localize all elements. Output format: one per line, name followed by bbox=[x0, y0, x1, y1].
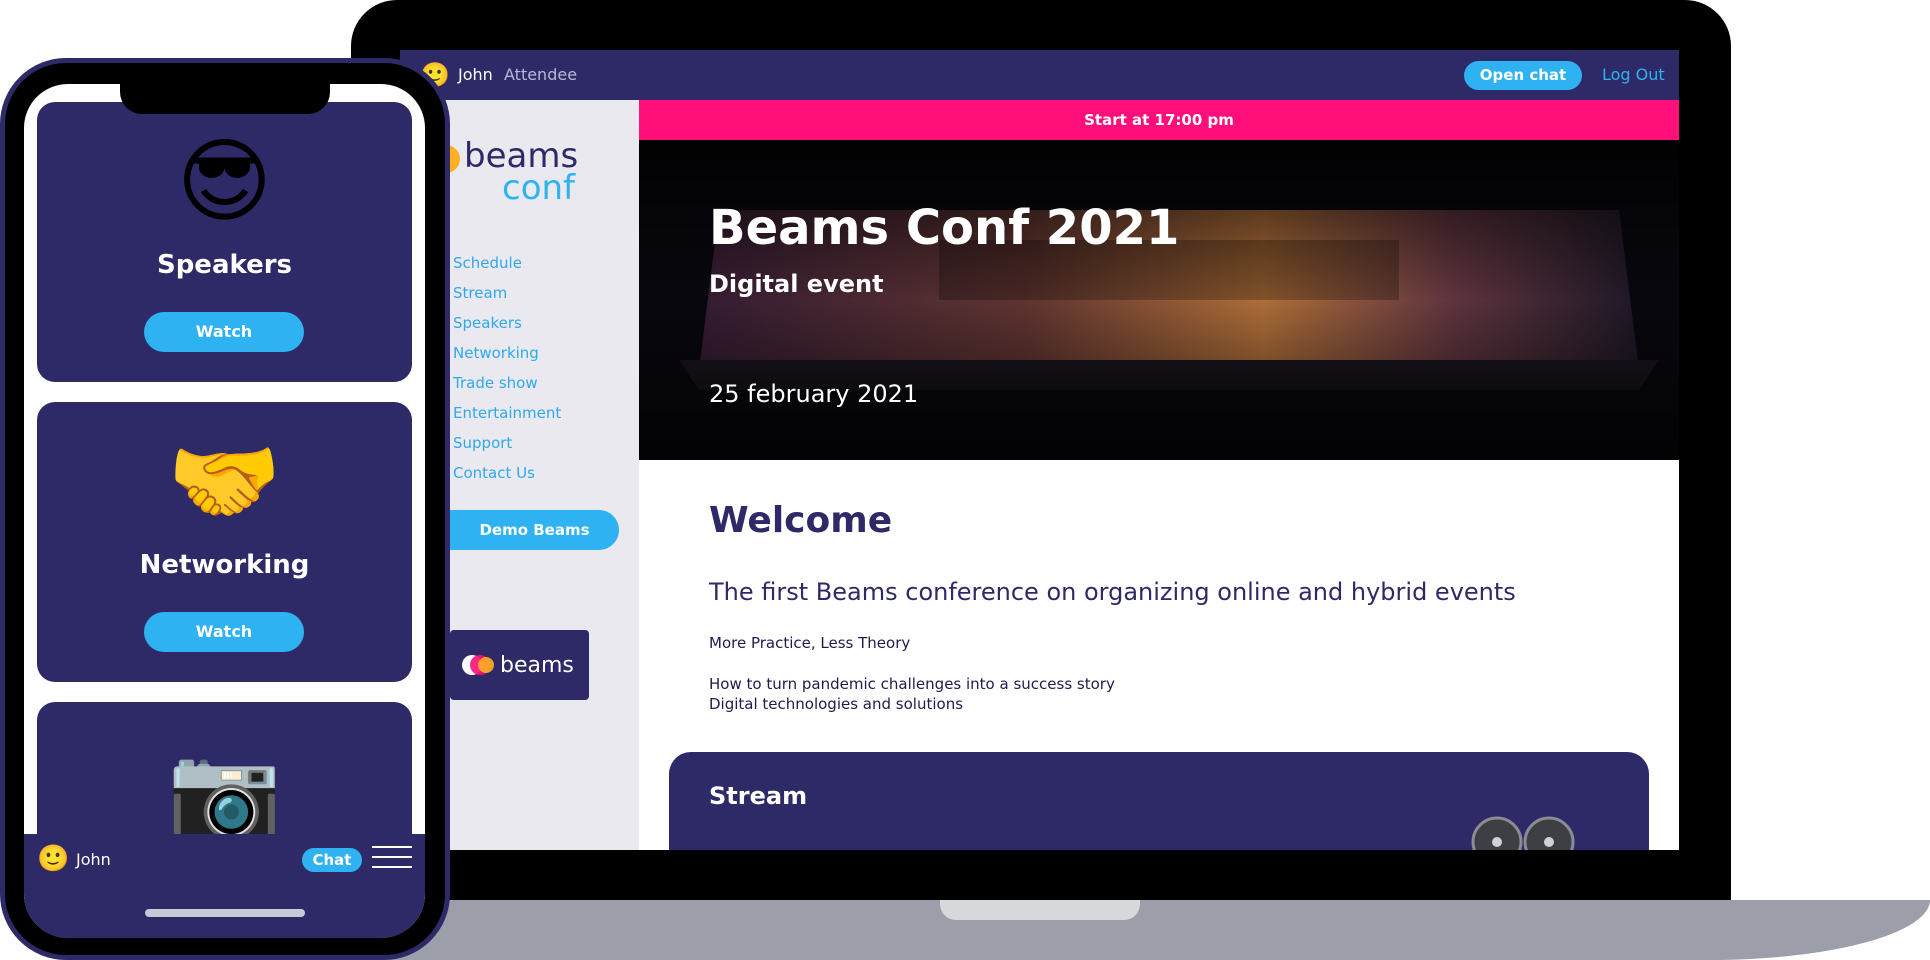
svg-text:beams: beams bbox=[500, 653, 574, 678]
sidebar-item-trade-show[interactable]: Trade show bbox=[453, 374, 538, 392]
welcome-heading: Welcome bbox=[709, 500, 893, 541]
speakers-card[interactable]: 😎 Speakers Watch bbox=[37, 102, 412, 382]
mobile-screen: 😎 Speakers Watch 🤝 Networking Watch 📷 🙂 … bbox=[24, 84, 425, 938]
demo-beams-button[interactable]: Demo Beams bbox=[450, 510, 619, 550]
stream-card[interactable]: Stream bbox=[669, 752, 1649, 850]
stream-card-title: Stream bbox=[709, 782, 808, 810]
welcome-text-line-2: How to turn pandemic challenges into a s… bbox=[709, 675, 1115, 693]
sidebar-item-networking[interactable]: Networking bbox=[453, 344, 539, 362]
svg-text:conf: conf bbox=[502, 168, 576, 205]
mobile-user-name: John bbox=[76, 850, 111, 869]
sidebar-item-stream[interactable]: Stream bbox=[453, 284, 507, 302]
phone-notch bbox=[120, 84, 330, 114]
sidebar-item-entertainment[interactable]: Entertainment bbox=[453, 404, 561, 422]
networking-watch-button[interactable]: Watch bbox=[144, 612, 304, 652]
user-role: Attendee bbox=[504, 65, 578, 84]
logout-link[interactable]: Log Out bbox=[1602, 65, 1665, 84]
camera-emoji-icon: 📷 bbox=[167, 738, 282, 845]
laptop-keyboard-image bbox=[639, 140, 1679, 460]
networking-card-title: Networking bbox=[139, 550, 310, 580]
open-chat-button[interactable]: Open chat bbox=[1464, 61, 1582, 90]
welcome-text-2: How to turn pandemic challenges into a s… bbox=[709, 674, 1115, 714]
beams-conf-logo[interactable]: beams conf bbox=[430, 135, 590, 205]
event-title: Beams Conf 2021 bbox=[709, 200, 1180, 256]
start-time-banner: Start at 17:00 pm bbox=[639, 100, 1679, 140]
mobile-user-avatar-icon[interactable]: 🙂 bbox=[37, 844, 69, 874]
sidebar-item-speakers[interactable]: Speakers bbox=[453, 314, 522, 332]
mobile-chat-button[interactable]: Chat bbox=[302, 848, 362, 872]
welcome-text-line-3: Digital technologies and solutions bbox=[709, 695, 964, 713]
sidebar-item-support[interactable]: Support bbox=[453, 434, 512, 452]
laptop-base bbox=[351, 900, 1930, 960]
hamburger-menu-icon[interactable] bbox=[372, 846, 412, 874]
sidebar-item-contact-us[interactable]: Contact Us bbox=[453, 464, 535, 482]
sidebar-item-schedule[interactable]: Schedule bbox=[453, 254, 522, 272]
user-name: John bbox=[458, 65, 493, 84]
laptop-notch bbox=[940, 900, 1140, 920]
home-indicator bbox=[145, 909, 305, 917]
hero-section: Beams Conf 2021 Digital event 25 februar… bbox=[639, 140, 1679, 460]
desktop-screen: 🙂 John Attendee Open chat Log Out beams … bbox=[400, 50, 1679, 850]
speakers-card-title: Speakers bbox=[156, 250, 293, 280]
top-bar: 🙂 John Attendee Open chat Log Out bbox=[400, 50, 1679, 100]
event-subtitle: Digital event bbox=[709, 270, 884, 298]
mobile-bottom-bar: 🙂 John Chat bbox=[24, 834, 425, 938]
welcome-tagline: The first Beams conference on organizing… bbox=[709, 578, 1516, 606]
event-date: 25 february 2021 bbox=[709, 380, 919, 408]
handshake-emoji-icon: 🤝 bbox=[167, 428, 282, 535]
beams-partner-logo[interactable]: beams bbox=[450, 630, 589, 700]
film-reel-icon bbox=[1471, 816, 1575, 850]
welcome-text-1: More Practice, Less Theory bbox=[709, 634, 911, 652]
speakers-watch-button[interactable]: Watch bbox=[144, 312, 304, 352]
sunglasses-emoji-icon: 😎 bbox=[176, 128, 273, 235]
networking-card[interactable]: 🤝 Networking Watch bbox=[37, 402, 412, 682]
